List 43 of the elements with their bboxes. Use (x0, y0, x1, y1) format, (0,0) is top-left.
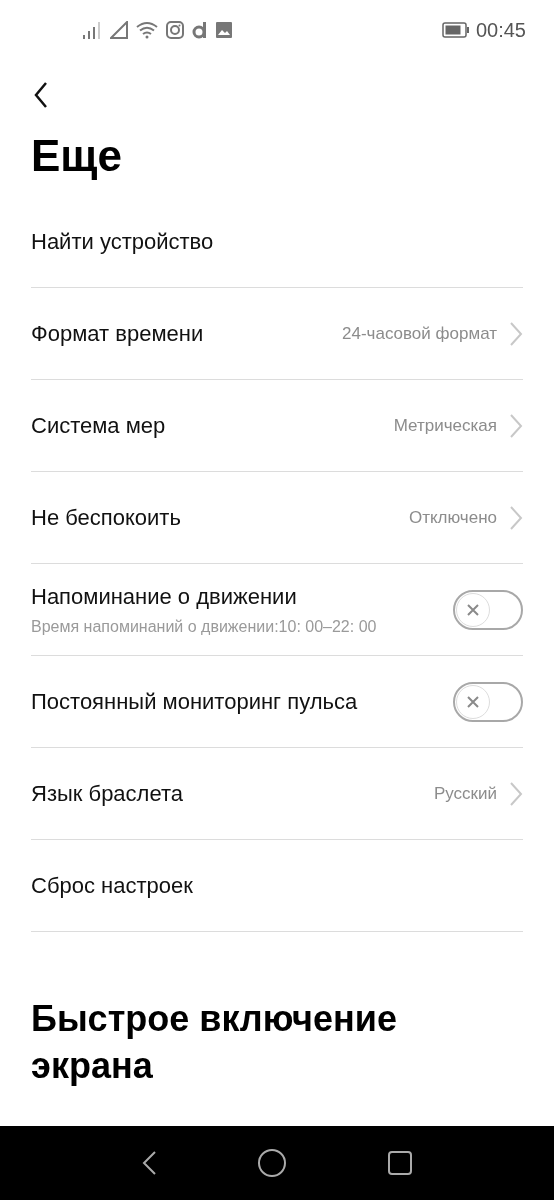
settings-row[interactable]: Напоминание о движении Время напоминаний о движении:10: 00–22: 00 (31, 564, 523, 656)
toggle-switch[interactable] (453, 589, 523, 630)
row-value: 24-часовой формат (342, 322, 497, 345)
chevron-right-icon (509, 412, 523, 439)
row-value: Метрическая (393, 414, 497, 437)
settings-row[interactable]: Постоянный мониторинг пульса (31, 656, 523, 748)
settings-row[interactable]: Язык браслета Русский (31, 748, 523, 840)
settings-row[interactable]: Формат времени 24-часовой формат (31, 288, 523, 380)
row-label: Найти устройство (31, 228, 214, 256)
chevron-right-icon (509, 320, 523, 347)
recent-apps-icon[interactable] (387, 1150, 413, 1176)
image-icon (216, 22, 232, 38)
row-subtitle: Время напоминаний о движении:10: 00–22: 00 (31, 617, 377, 637)
settings-row[interactable]: Система мер Метрическая (31, 380, 523, 472)
chevron-right-icon (509, 780, 523, 807)
close-icon (467, 603, 479, 616)
battery-icon (441, 22, 470, 38)
close-icon (467, 695, 479, 708)
settings-row[interactable]: Не беспокоить Отключено (31, 472, 523, 564)
page-title: Еще (31, 134, 123, 178)
camera-app-icon (166, 21, 184, 39)
settings-row[interactable]: Найти устройство (31, 196, 523, 288)
row-value: Отключено (408, 506, 497, 529)
back-icon[interactable] (141, 1150, 157, 1176)
row-label: Формат времени (31, 320, 204, 348)
row-label: Не беспокоить (31, 504, 181, 532)
app-letter-icon (192, 21, 208, 39)
row-label: Постоянный мониторинг пульса (31, 688, 358, 716)
home-icon[interactable] (257, 1148, 287, 1178)
row-label: Система мер (31, 412, 166, 440)
toggle-switch[interactable] (453, 681, 523, 722)
signal-triangle-icon (110, 21, 128, 39)
row-value: Русский (433, 782, 497, 805)
back-icon (34, 81, 48, 109)
signal-icon (82, 21, 102, 39)
status-time: 00:45 (475, 18, 526, 43)
wifi-icon (136, 21, 158, 39)
section-title: Быстрое включение экрана (31, 997, 398, 1088)
chevron-right-icon (509, 504, 523, 531)
row-label: Напоминание о движении (31, 583, 298, 611)
row-label: Сброс настроек (31, 872, 193, 900)
settings-row[interactable]: Сброс настроек (31, 840, 523, 932)
row-label: Язык браслета (31, 780, 183, 808)
